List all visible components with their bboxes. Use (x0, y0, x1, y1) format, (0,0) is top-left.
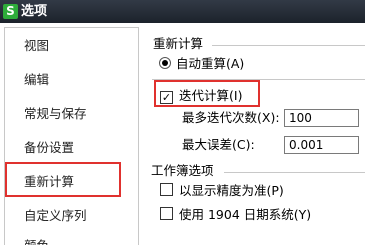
section-divider (152, 79, 365, 80)
auto-recalc-radio[interactable]: 自动重算(A) (159, 56, 244, 72)
window-title: 选项 (21, 4, 48, 19)
section-divider (224, 172, 365, 173)
sidebar: 视图 编辑 常规与保存 备份设置 重新计算 自定义序列 颜色 (4, 27, 139, 245)
date1904-label: 使用 1904 日期系统(Y) (179, 207, 312, 222)
section-divider (212, 45, 365, 46)
precision-checkbox[interactable]: 以显示精度为准(P) (160, 183, 284, 199)
title-bar: S 选项 (0, 0, 365, 23)
max-iterations-label: 最多迭代次数(X): (182, 110, 280, 125)
date1904-checkbox[interactable]: 使用 1904 日期系统(Y) (160, 207, 311, 223)
sidebar-item-backup[interactable]: 备份设置 (5, 138, 138, 158)
max-iterations-input[interactable]: 100 (284, 109, 359, 127)
checkbox-checked-icon: ✓ (160, 91, 173, 104)
sidebar-item-view[interactable]: 视图 (5, 36, 138, 56)
iterate-checkbox[interactable]: ✓ 迭代计算(I) (160, 88, 242, 104)
app-logo-icon: S (3, 4, 18, 19)
sidebar-item-custom-lists[interactable]: 自定义序列 (5, 206, 138, 226)
max-change-label: 最大误差(C): (182, 137, 255, 152)
radio-selected-icon (159, 57, 171, 69)
sidebar-item-general-save[interactable]: 常规与保存 (5, 104, 138, 124)
recalc-section-title: 重新计算 (153, 36, 204, 51)
sidebar-item-edit[interactable]: 编辑 (5, 70, 138, 90)
workbook-section-title: 工作簿选项 (151, 163, 214, 178)
sidebar-item-recalculation[interactable]: 重新计算 (5, 172, 138, 192)
precision-label: 以显示精度为准(P) (179, 183, 284, 198)
iterate-label: 迭代计算(I) (179, 88, 243, 103)
max-change-input[interactable]: 0.001 (284, 136, 359, 154)
auto-recalc-label: 自动重算(A) (176, 56, 245, 71)
checkbox-unchecked-icon (160, 207, 173, 220)
checkbox-unchecked-icon (160, 183, 173, 196)
